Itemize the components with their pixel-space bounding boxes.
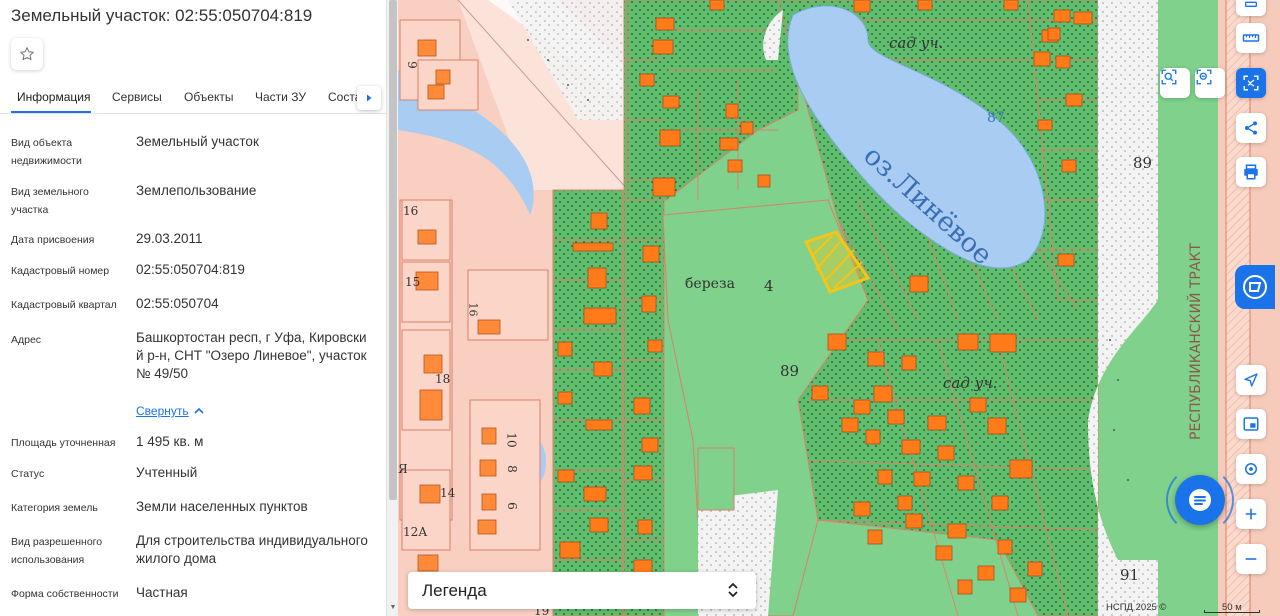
tab-parts[interactable]: Части ЗУ: [255, 90, 306, 104]
field-value: 29.03.2011: [136, 231, 203, 246]
house-number: 9: [404, 61, 419, 69]
chat-button[interactable]: [1175, 475, 1225, 525]
field-value: 1 495 кв. м: [136, 434, 204, 449]
field-label: Статус: [11, 468, 45, 480]
field-label: Кадастровый номер: [11, 265, 110, 277]
field-value: Земельный участок: [136, 134, 259, 149]
zoom-area-icon: [1196, 69, 1212, 85]
target-icon: [1245, 463, 1257, 475]
parcel: [697, 447, 735, 511]
zoom-select-icon: [1161, 69, 1177, 85]
field-label: Площадь уточненная: [11, 437, 116, 449]
legend-dropdown[interactable]: Легенда: [408, 572, 756, 609]
zoom-out-button[interactable]: [1236, 544, 1266, 574]
field-value: Учтенный: [136, 465, 198, 480]
attribution-text: НСПД 2025 ©: [1106, 602, 1167, 613]
field-label: Адрес: [11, 334, 42, 346]
garden-label: сад уч.: [943, 374, 998, 392]
service-widget-button[interactable]: [1235, 265, 1275, 309]
chevron-updown-icon: [728, 582, 738, 598]
chevron-up-icon[interactable]: [193, 404, 205, 418]
field-label: Форма собственности: [11, 588, 119, 600]
tabs-scroll-button[interactable]: [357, 86, 381, 110]
parcel-number: 4: [764, 277, 774, 295]
house-number: 6: [504, 502, 519, 510]
tab-information[interactable]: Информация: [17, 90, 90, 104]
field-value: Для строительства индивидуального жилого…: [136, 533, 368, 566]
house-number: 18: [435, 372, 451, 386]
zoom-area-button[interactable]: [1195, 68, 1225, 98]
zoom-in-button[interactable]: [1236, 499, 1266, 529]
street-label: Я: [398, 462, 408, 476]
navigate-icon: [1244, 373, 1258, 387]
select-area-button[interactable]: [1236, 68, 1266, 98]
tab-objects[interactable]: Объекты: [184, 90, 234, 104]
layers-icon: [1243, 417, 1259, 431]
height-label: 89: [1133, 154, 1153, 172]
scale-bar: [1204, 610, 1260, 613]
share-icon: [1245, 121, 1257, 135]
menu-button[interactable]: [1236, 0, 1266, 16]
tab-composition[interactable]: Состав ЕЗП: [328, 90, 358, 104]
print-icon: [1244, 164, 1258, 180]
plus-icon: [1245, 508, 1257, 520]
field-value: Земли населенных пунктов: [136, 499, 308, 514]
field-label: Дата присвоения: [11, 234, 95, 246]
garden-label: сад уч.: [889, 34, 944, 52]
legend-label: Легенда: [422, 581, 487, 600]
height-label: 91: [1120, 566, 1140, 584]
house-number: 16: [403, 204, 419, 218]
my-location-button[interactable]: [1236, 454, 1266, 484]
road-label: РЕСПУБЛИКАНСКИЙ ТРАКТ: [1188, 243, 1204, 440]
field-label: Вид разрешенного использования: [11, 536, 103, 566]
map-toolbar: [1230, 0, 1275, 616]
layers-icon: [1245, 1, 1257, 7]
geolocate-button[interactable]: [1236, 365, 1266, 395]
address-value: Башкортостан респ, г Уфа, Кировский р-н,…: [136, 330, 367, 381]
layers-button[interactable]: [1236, 409, 1266, 439]
collapse-link[interactable]: Свернуть: [136, 404, 189, 418]
chevron-right-icon: [367, 94, 372, 102]
house-number: 8: [504, 465, 519, 473]
house-number: 12А: [403, 525, 428, 539]
share-button[interactable]: [1236, 113, 1266, 143]
panel-title: Земельный участок: 02:55:050704:819: [11, 6, 313, 25]
star-icon: [20, 47, 34, 61]
field-label: Вид объекта недвижимости: [11, 137, 82, 167]
map-canvas[interactable]: [398, 0, 1280, 616]
house-number: 14: [440, 486, 456, 500]
field-label: Вид земельного участка: [11, 186, 89, 216]
field-label: Категория земель: [11, 502, 98, 514]
panel-tabs: Информация Сервисы Объекты Части ЗУ Сост…: [0, 86, 386, 114]
height-label: 87: [987, 110, 1005, 126]
select-area-icon: [1243, 75, 1259, 91]
chat-icon: [1189, 489, 1211, 511]
cadastral-map[interactable]: сад уч. сад уч. береза 89 89 87 91 16 15…: [398, 0, 1280, 616]
house-number: 15: [405, 275, 421, 289]
minus-icon: [1245, 558, 1257, 560]
gosuslugi-icon: [1243, 275, 1267, 299]
print-button[interactable]: [1236, 157, 1266, 187]
scrollbar-thumb[interactable]: [389, 0, 397, 500]
height-label: 89: [780, 362, 800, 380]
ruler-icon: [1242, 34, 1260, 42]
field-value: 02:55:050704:819: [136, 262, 245, 277]
panel-scrollbar[interactable]: ▼: [386, 0, 398, 616]
field-value: Землепользование: [136, 183, 257, 198]
ruler-button[interactable]: [1236, 23, 1266, 53]
favorite-button[interactable]: [11, 38, 43, 70]
info-panel: Земельный участок: 02:55:050704:819 Инфо…: [0, 0, 386, 616]
zoom-select-button[interactable]: [1160, 68, 1190, 98]
tab-services[interactable]: Сервисы: [112, 90, 162, 104]
field-value: Частная: [136, 585, 188, 600]
house-number: 10: [504, 432, 519, 448]
field-value: 02:55:050704: [136, 296, 219, 311]
field-label: Кадастровый квартал: [11, 299, 117, 311]
active-tab-indicator: [11, 111, 91, 113]
forest-label: береза: [685, 276, 735, 292]
house-number: 16: [466, 302, 480, 317]
